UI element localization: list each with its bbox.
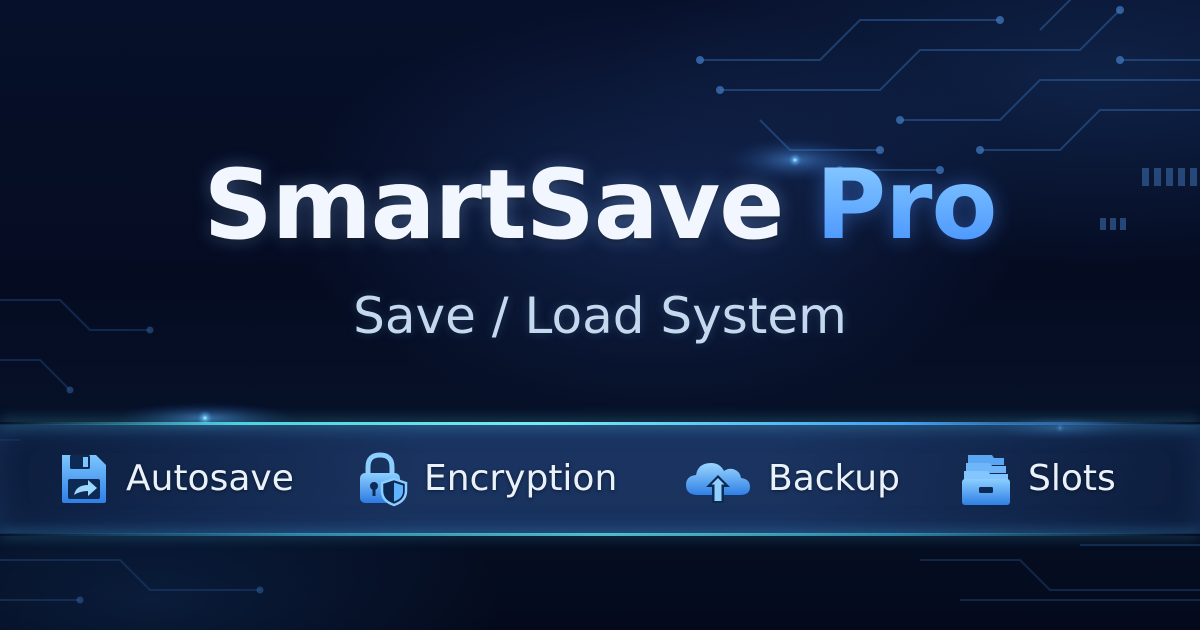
- feature-backup: Backup: [682, 424, 900, 534]
- product-subtitle: Save / Load System: [353, 287, 847, 345]
- product-title: SmartSave Pro: [0, 150, 1200, 260]
- padlock-shield-icon: [360, 452, 408, 507]
- product-title-main: SmartSave: [203, 149, 785, 261]
- feature-encryption: Encryption: [354, 424, 617, 534]
- feature-encryption-label: Encryption: [424, 458, 618, 499]
- feature-autosave: Autosave: [56, 424, 294, 534]
- feature-slots: Slots: [958, 424, 1116, 534]
- feature-backup-label: Backup: [768, 458, 900, 499]
- feature-autosave-label: Autosave: [126, 458, 294, 499]
- file-drawer-icon: [962, 455, 1010, 505]
- product-title-accent: Pro: [815, 149, 998, 261]
- cloud-upload-icon: [686, 463, 750, 503]
- banner: SmartSave Pro Save / Load System Autosav…: [0, 0, 1200, 630]
- feature-bar: Autosave Encryption Backup Slots: [0, 422, 1200, 536]
- floppy-disk-arrow-icon: [62, 455, 106, 503]
- feature-slots-label: Slots: [1028, 458, 1116, 499]
